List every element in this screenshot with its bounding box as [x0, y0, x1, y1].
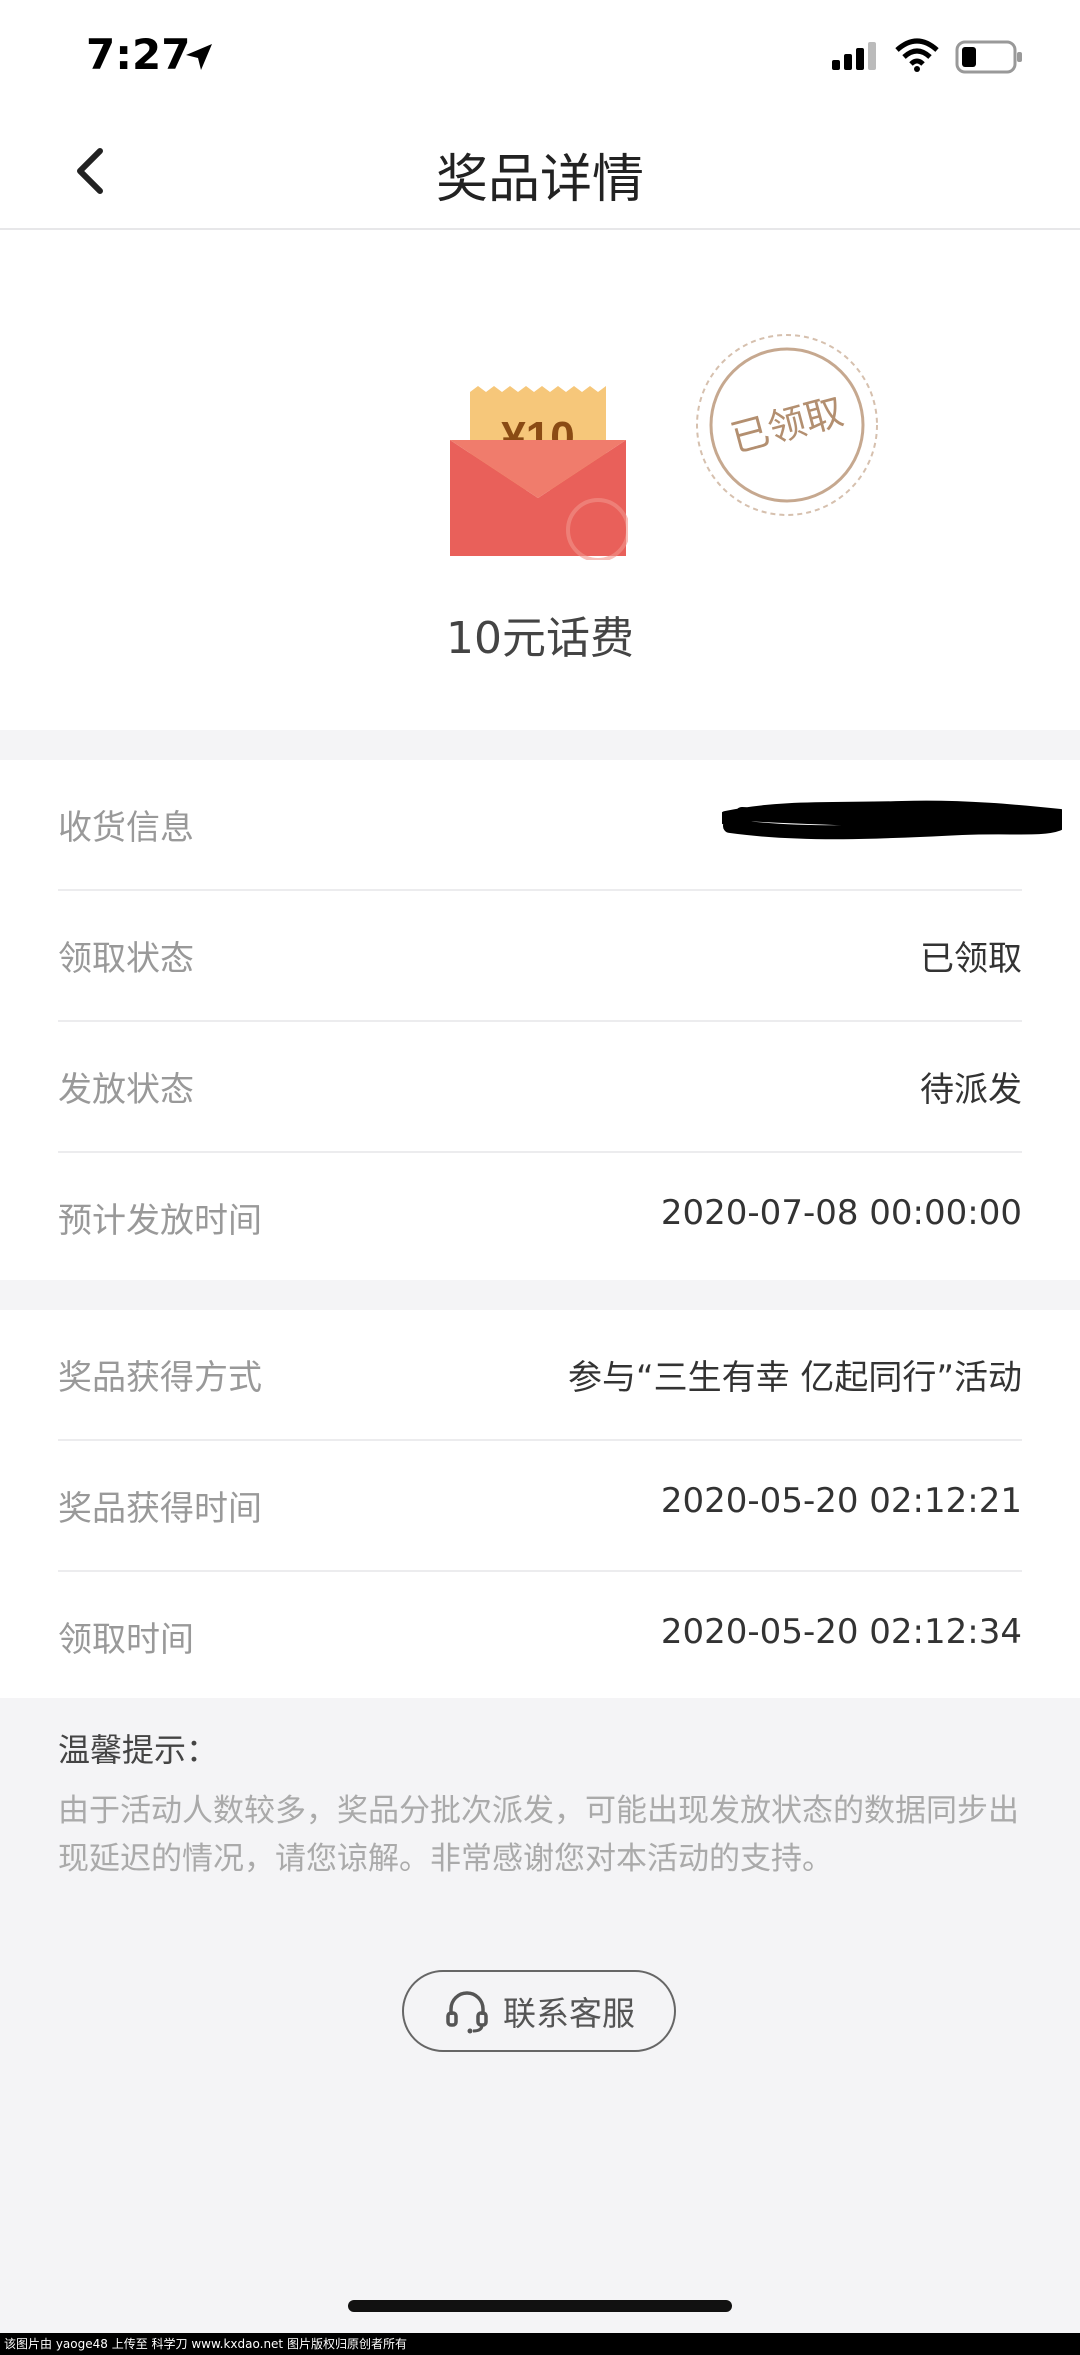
battery-icon: [955, 40, 1022, 74]
page-title: 奖品详情: [435, 150, 644, 210]
watermark-text: 该图片由 yaoge48 上传至 科学刀 www.kxdao.net 图片版权归…: [0, 2333, 1080, 2355]
row-label: 奖品获得时间: [58, 1489, 262, 1529]
navigation-bar: 奖品详情: [0, 115, 1080, 230]
wifi-icon: [895, 38, 939, 72]
row-label: 发放状态: [58, 1070, 194, 1110]
status-bar: 7:27: [0, 0, 1080, 115]
row-label: 预计发放时间: [58, 1201, 262, 1241]
row-label: 领取时间: [58, 1620, 194, 1660]
stamp-text: 已领取: [726, 389, 848, 461]
info-row: 领取状态 已领取: [58, 891, 1022, 1022]
row-label: 领取状态: [58, 939, 194, 979]
red-envelope-icon: ¥10: [450, 386, 628, 560]
info-row: 奖品获得方式 参与“三生有幸 亿起同行”活动: [58, 1310, 1022, 1441]
row-value: 参与“三生有幸 亿起同行”活动: [567, 1358, 1022, 1398]
redacted-address-scribble: [722, 800, 1062, 840]
acquisition-info-section: 奖品获得方式 参与“三生有幸 亿起同行”活动 奖品获得时间 2020-05-20…: [0, 1310, 1080, 1698]
row-value: 2020-05-20 02:12:21: [660, 1481, 1022, 1521]
contact-support-label: 联系客服: [503, 1994, 635, 2033]
contact-support-button[interactable]: 联系客服: [402, 1970, 676, 2052]
prize-card: ¥10 已领取 10元话费: [0, 230, 1080, 730]
row-value: 已领取: [920, 939, 1022, 979]
delivery-info-section: 收货信息 领取状态 已领取 发放状态 待派发 预计发放时间 2020-07-08…: [0, 760, 1080, 1280]
cellular-signal-icon: [832, 42, 876, 70]
info-row: 预计发放时间 2020-07-08 00:00:00: [58, 1153, 1022, 1282]
row-label: 收货信息: [58, 808, 194, 848]
location-arrow-icon: [186, 44, 212, 70]
info-row: 奖品获得时间 2020-05-20 02:12:21: [58, 1441, 1022, 1572]
info-row: 领取时间 2020-05-20 02:12:34: [58, 1572, 1022, 1701]
headset-icon: [446, 1991, 488, 2034]
info-row: 发放状态 待派发: [58, 1022, 1022, 1153]
tips-block: 温馨提示： 由于活动人数较多，奖品分批次派发，可能出现发放状态的数据同步出现延迟…: [58, 1725, 1022, 1883]
claimed-stamp: 已领取: [696, 334, 878, 516]
home-indicator[interactable]: [348, 2300, 732, 2312]
status-time: 7:27: [86, 30, 191, 79]
prize-name: 10元话费: [446, 613, 634, 664]
tips-text: 由于活动人数较多，奖品分批次派发，可能出现发放状态的数据同步出现延迟的情况，请您…: [58, 1793, 1019, 1877]
row-value: 2020-07-08 00:00:00: [660, 1193, 1022, 1233]
row-label: 奖品获得方式: [58, 1358, 262, 1398]
row-value: 2020-05-20 02:12:34: [660, 1612, 1022, 1652]
row-value: 待派发: [920, 1070, 1022, 1110]
tips-title: 温馨提示：: [58, 1731, 219, 1769]
info-row: 收货信息: [58, 760, 1062, 891]
